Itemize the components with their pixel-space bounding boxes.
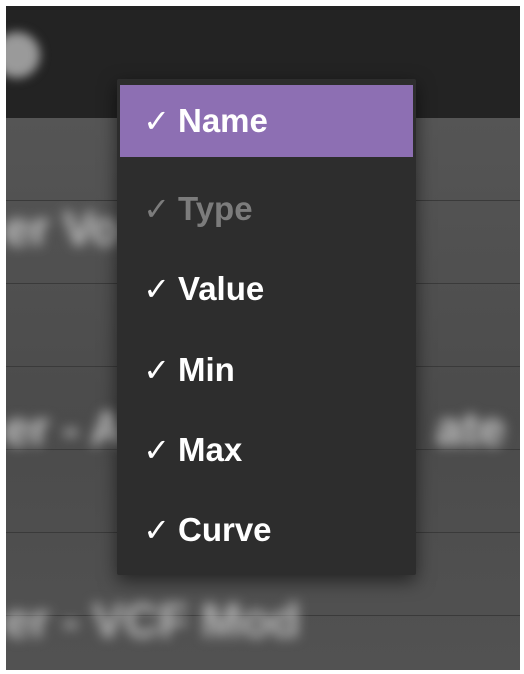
menu-item-label: Curve [178,511,272,548]
checkmark-icon: ✓ [143,102,170,140]
blurred-row-label: er - A [6,403,125,456]
checkmark-icon: ✓ [143,270,170,308]
menu-item-type: ✓ Type [120,173,413,245]
blurred-row-label: er - VCF Mod [6,595,300,648]
menu-item-label: Type [178,190,253,227]
checkmark-icon: ✓ [143,351,170,389]
menu-item-label: Min [178,351,235,388]
blurred-row-label: er Vo [6,203,121,256]
menu-item-max[interactable]: ✓ Max [120,414,413,486]
menu-item-min[interactable]: ✓ Min [120,334,413,406]
blurred-row-label: ate [436,403,506,456]
menu-item-name[interactable]: ✓ Name [120,85,413,157]
checkmark-icon: ✓ [143,431,170,469]
app-logo-icon [6,32,40,78]
menu-item-value[interactable]: ✓ Value [120,253,413,325]
menu-item-curve[interactable]: ✓ Curve [120,494,413,566]
checkmark-icon: ✓ [143,511,170,549]
menu-item-label: Name [178,102,268,139]
menu-item-label: Value [178,270,265,307]
menu-item-label: Max [178,431,243,468]
checkmark-icon: ✓ [143,190,170,228]
column-visibility-menu: ✓ Name ✓ Type ✓ Value ✓ Min ✓ Max ✓ Curv… [117,79,416,575]
